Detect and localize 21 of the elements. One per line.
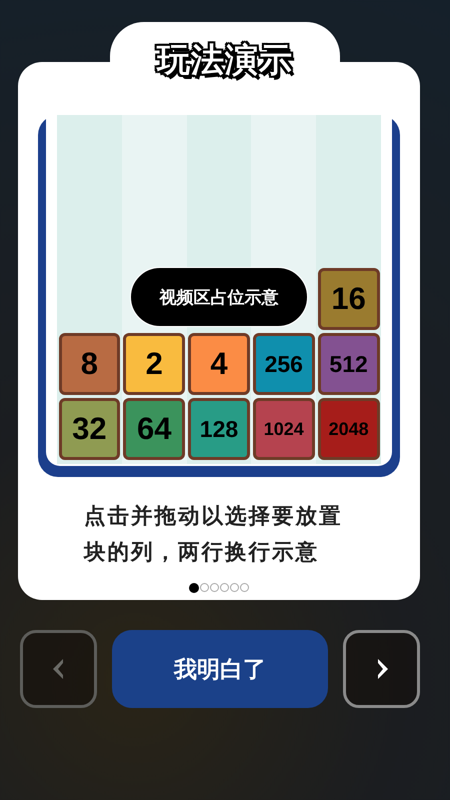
confirm-button[interactable]: 我明白了: [112, 630, 328, 708]
number-tile: 512: [318, 333, 380, 395]
page-dot[interactable]: [220, 583, 229, 592]
number-tile: 128: [188, 398, 250, 460]
number-tile: 256: [252, 333, 315, 395]
number-tile: 64: [123, 398, 186, 460]
page-dot[interactable]: [200, 583, 209, 592]
number-tile: 32: [58, 398, 120, 460]
number-tile: 4: [188, 333, 250, 395]
next-button[interactable]: [343, 630, 420, 708]
number-tile: 8: [58, 333, 120, 395]
page-dot[interactable]: [189, 583, 199, 593]
page-dot[interactable]: [230, 583, 239, 592]
page-dot[interactable]: [210, 583, 219, 592]
number-tile: 2048: [318, 398, 380, 460]
number-tile: 1024: [252, 398, 315, 460]
number-tile: 2: [123, 333, 186, 395]
instruction-text: 点击并拖动以选择要放置块的列，两行换行示意: [84, 503, 344, 567]
page-dot[interactable]: [240, 583, 249, 592]
video-placeholder-label: 视频区占位示意: [130, 267, 308, 327]
number-tile: 16: [318, 268, 380, 330]
